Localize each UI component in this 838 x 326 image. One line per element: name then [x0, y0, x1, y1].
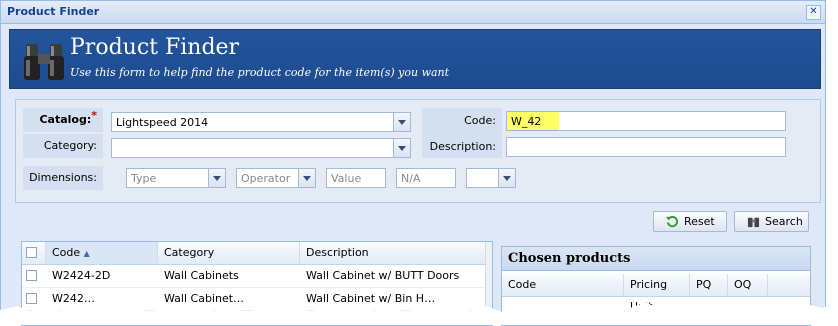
search-form: Catalog:* Lightspeed 2014 Category: Code…: [15, 99, 821, 203]
category-label: Category:: [23, 134, 103, 158]
row-checkbox[interactable]: [26, 270, 37, 281]
table-row[interactable]: W2424-2D Wall Cabinets Wall Cabinet w/ B…: [22, 265, 492, 288]
search-label: Search: [765, 215, 803, 228]
code-label: Code:: [464, 114, 496, 127]
banner-title: Product Finder: [70, 35, 240, 60]
column-header-description[interactable]: Description: [300, 242, 492, 264]
torn-edge: [0, 302, 838, 325]
reset-icon: [666, 216, 678, 228]
dimension-value-input[interactable]: Value: [326, 168, 386, 188]
column-header-category[interactable]: Category: [158, 242, 300, 264]
description-input[interactable]: [506, 137, 786, 157]
row-description: Wall Cabinet w/ BUTT Doors: [306, 269, 460, 282]
sort-ascending-icon: ▲: [83, 249, 90, 258]
chosen-grid-header: Code Pricing Unit PQ OQ: [502, 274, 810, 313]
value-placeholder: Value: [331, 172, 362, 185]
row-code: W2424-2D: [52, 269, 111, 282]
chosen-column-oq[interactable]: OQ: [728, 274, 768, 296]
dimension-na-input[interactable]: N/A: [396, 168, 456, 188]
type-placeholder: Type: [131, 172, 157, 185]
chevron-down-icon[interactable]: [393, 139, 410, 157]
window-titlebar: Product Finder ✕: [1, 1, 825, 24]
select-all-cell: [22, 242, 46, 264]
dimension-type-combobox[interactable]: Type: [126, 168, 226, 188]
dimension-operator-combobox[interactable]: Operator: [236, 168, 316, 188]
binoculars-icon: [24, 44, 64, 80]
category-combobox[interactable]: [111, 138, 411, 158]
close-icon[interactable]: ✕: [806, 5, 821, 20]
select-all-checkbox[interactable]: [26, 247, 37, 258]
reset-label: Reset: [684, 215, 715, 228]
required-marker: *: [91, 109, 97, 122]
row-category: Wall Cabinets: [164, 269, 239, 282]
chosen-column-pricing-unit[interactable]: Pricing Unit: [624, 274, 690, 313]
operator-placeholder: Operator: [241, 172, 291, 185]
code-value: W_42: [511, 115, 542, 128]
reset-button[interactable]: Reset: [653, 211, 727, 232]
column-header-code[interactable]: Code ▲: [46, 242, 158, 264]
header-banner: Product Finder Use this form to help fin…: [9, 29, 821, 89]
grid-header: Code ▲ Category Description: [22, 242, 492, 265]
binoculars-icon: [747, 217, 760, 228]
chevron-down-icon[interactable]: [393, 113, 410, 131]
chosen-products-title: Chosen products: [502, 247, 810, 271]
window-title: Product Finder: [7, 5, 100, 18]
dimension-unit-combobox[interactable]: [466, 168, 516, 188]
column-code-label: Code: [52, 246, 81, 259]
banner-subtitle: Use this form to help find the product c…: [70, 66, 450, 79]
chevron-down-icon[interactable]: [208, 169, 225, 187]
na-placeholder: N/A: [401, 172, 421, 185]
chevron-down-icon[interactable]: [498, 169, 515, 187]
catalog-label: Catalog:*: [23, 108, 103, 132]
chosen-column-code[interactable]: Code: [502, 274, 624, 296]
catalog-value: Lightspeed 2014: [116, 116, 209, 129]
description-label: Description:: [429, 140, 496, 153]
search-button[interactable]: Search: [734, 211, 809, 232]
catalog-combobox[interactable]: Lightspeed 2014: [111, 112, 411, 132]
chevron-down-icon[interactable]: [298, 169, 315, 187]
dimensions-label: Dimensions:: [23, 166, 103, 190]
chosen-column-pq[interactable]: PQ: [690, 274, 728, 296]
code-input[interactable]: W_42: [506, 111, 786, 131]
product-finder-window: Product Finder ✕ Product Finder Use this…: [0, 0, 826, 326]
